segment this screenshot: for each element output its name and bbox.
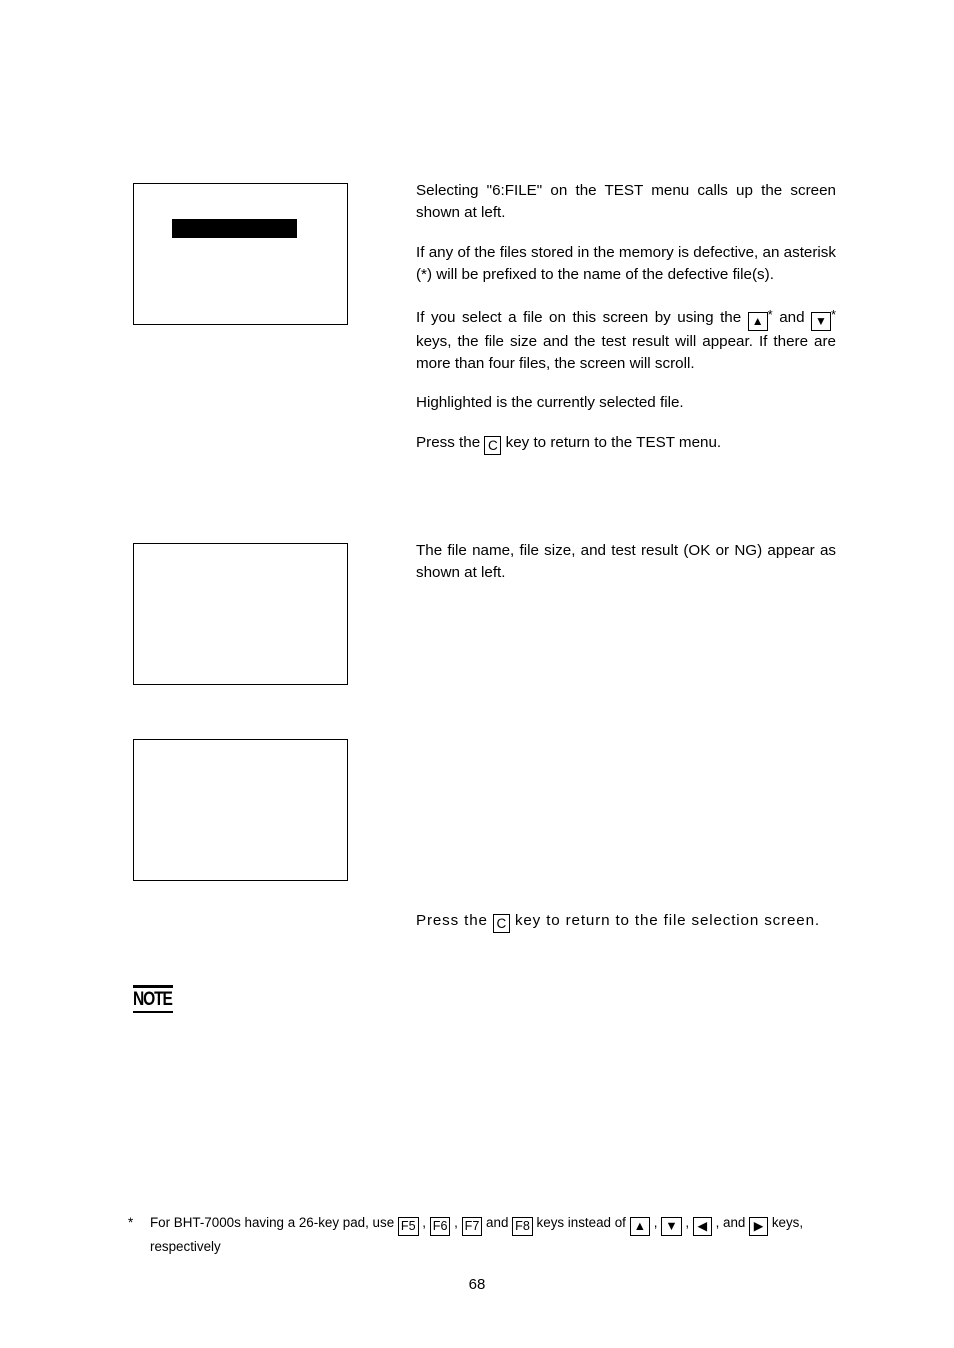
lcd-selected-file-highlight-bar bbox=[172, 219, 297, 238]
paragraph-text-tail: keys, the file size and the test result … bbox=[416, 332, 836, 373]
paragraph-text-lead: Press the bbox=[416, 433, 485, 451]
paragraph-text-tail: key to return to the file selection scre… bbox=[509, 912, 820, 929]
text-block-file-selection: Selecting "6:FILE" on the TEST menu call… bbox=[416, 180, 836, 455]
paragraph-text: The file name, file size, and test resul… bbox=[416, 542, 836, 582]
paragraph-defective-file-asterisk: If any of the files stored in the memory… bbox=[416, 242, 836, 287]
footnote-sep-1: , bbox=[418, 1215, 430, 1230]
paragraph-press-c-return-file-selection: Press the C key to return to the file se… bbox=[416, 910, 836, 933]
text-block-file-detail: The file name, file size, and test resul… bbox=[416, 540, 836, 585]
paragraph-text-lead: If you select a file on this screen by u… bbox=[416, 308, 748, 326]
down-arrow-key-icon: ▼ bbox=[811, 311, 831, 331]
paragraph-highlight-meaning: Highlighted is the currently selected fi… bbox=[416, 392, 836, 414]
lcd-screen-file-detail-2 bbox=[133, 739, 348, 881]
footnote: * For BHT-7000s having a 26-key pad, use… bbox=[128, 1212, 848, 1257]
footnote-sep-4: , bbox=[650, 1215, 662, 1230]
footnote-reference-asterisk-2: * bbox=[830, 306, 836, 322]
paragraph-press-c-return-test-menu: Press the C key to return to the TEST me… bbox=[416, 432, 836, 455]
footnote-text-lead: For BHT-7000s having a 26-key pad, use bbox=[150, 1215, 398, 1230]
note-label: NOTE bbox=[133, 988, 173, 1010]
paragraph-text: Selecting "6:FILE" on the TEST menu call… bbox=[416, 182, 836, 222]
page-number: 68 bbox=[468, 1276, 486, 1293]
down-arrow-key-icon: ▼ bbox=[661, 1217, 682, 1236]
footnote-sep-6: , and bbox=[711, 1215, 750, 1230]
footnote-sep-3: and bbox=[482, 1215, 513, 1230]
f5-key-icon: F5 bbox=[397, 1217, 419, 1236]
text-block-return-to-file-selection: Press the C key to return to the file se… bbox=[416, 910, 836, 933]
paragraph-arrow-key-usage: If you select a file on this screen by u… bbox=[416, 304, 836, 376]
footnote-sep-5: , bbox=[681, 1215, 693, 1230]
f7-key-icon: F7 bbox=[461, 1217, 483, 1236]
paragraph-text: Highlighted is the currently selected fi… bbox=[416, 394, 684, 412]
lcd-screen-file-detail bbox=[133, 543, 348, 685]
paragraph-select-file-menu: Selecting "6:FILE" on the TEST menu call… bbox=[416, 180, 836, 225]
lcd-screen-file-selection bbox=[133, 183, 348, 325]
c-key-icon: C bbox=[492, 914, 510, 933]
f6-key-icon: F6 bbox=[429, 1217, 451, 1236]
footnote-sep-2: , bbox=[450, 1215, 462, 1230]
footnote-text-mid: keys instead of bbox=[532, 1215, 630, 1230]
paragraph-text-mid: and bbox=[772, 308, 812, 326]
note-rule-bottom bbox=[133, 1010, 173, 1014]
paragraph-text-tail: key to return to the TEST menu. bbox=[501, 433, 722, 451]
up-arrow-key-icon: ▲ bbox=[747, 311, 768, 331]
paragraph-text: If any of the files stored in the memory… bbox=[416, 243, 836, 284]
paragraph-text-lead: Press the bbox=[416, 912, 493, 929]
left-arrow-key-icon: ◀ bbox=[692, 1217, 712, 1236]
footnote-marker: * bbox=[128, 1215, 134, 1230]
note-stamp: NOTE bbox=[133, 985, 173, 1014]
c-key-icon: C bbox=[484, 435, 502, 455]
footnote-body: For BHT-7000s having a 26-key pad, use F… bbox=[150, 1212, 848, 1257]
up-arrow-key-icon: ▲ bbox=[629, 1217, 651, 1236]
right-arrow-key-icon: ▶ bbox=[749, 1217, 769, 1236]
f8-key-icon: F8 bbox=[512, 1217, 533, 1236]
paragraph-file-detail-fields: The file name, file size, and test resul… bbox=[416, 540, 836, 585]
